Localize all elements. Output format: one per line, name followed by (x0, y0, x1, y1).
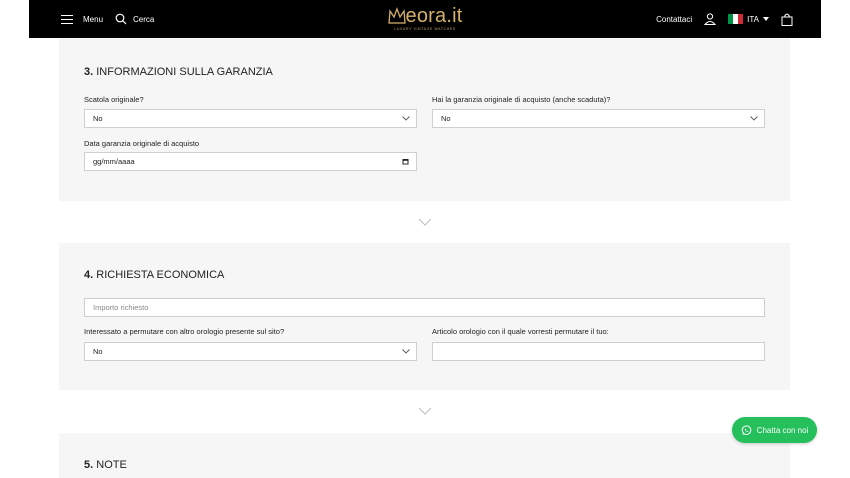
page-frame: Menu Cerca eora.it LUXURY VINTAGE WATCHE… (29, 0, 821, 478)
box-select-value: No (93, 114, 103, 123)
section-notes: 5. NOTE (59, 433, 790, 478)
shopping-bag-icon[interactable] (781, 13, 793, 26)
section-number: 5. (84, 459, 94, 471)
crown-icon (387, 7, 406, 24)
amount-input-placeholder: Importo richiesto (93, 303, 149, 312)
chat-label: Chatta con noi (756, 425, 809, 435)
menu-button[interactable]: Menu (83, 15, 103, 24)
date-input-placeholder: gg/mm/aaaa (93, 157, 135, 166)
site-logo[interactable]: eora.it LUXURY VINTAGE WATCHES (383, 6, 467, 34)
chevron-down-icon[interactable] (418, 218, 432, 226)
section-number: 4. (84, 269, 94, 281)
warranty-select[interactable]: No (432, 109, 765, 128)
section-title: 5. NOTE (84, 459, 127, 471)
article-label: Articolo orologio con il quale vorresti … (432, 327, 609, 336)
section-number: 3. (84, 66, 94, 78)
language-selector[interactable]: ITA (728, 14, 769, 24)
chevron-down-icon (402, 116, 410, 121)
section-economic-request: 4. RICHIESTA ECONOMICA Importo richiesto… (59, 243, 790, 390)
section-warranty: 3. INFORMAZIONI SULLA GARANZIA Scatola o… (59, 38, 790, 201)
caret-down-icon (763, 17, 769, 21)
search-icon[interactable] (115, 13, 127, 25)
user-icon[interactable] (704, 13, 717, 25)
section-title: 3. INFORMAZIONI SULLA GARANZIA (84, 66, 273, 78)
exchange-label: Interessato a permutare con altro orolog… (84, 327, 285, 336)
box-label: Scatola originale? (84, 95, 144, 104)
exchange-select[interactable]: No (84, 342, 417, 361)
whatsapp-icon (741, 424, 752, 435)
box-select[interactable]: No (84, 109, 417, 128)
date-input[interactable]: gg/mm/aaaa (84, 152, 417, 171)
chat-button[interactable]: Chatta con noi (732, 417, 817, 443)
section-title-text: INFORMAZIONI SULLA GARANZIA (96, 66, 273, 78)
chevron-down-icon (402, 349, 410, 354)
calendar-icon[interactable] (402, 158, 409, 165)
site-header: Menu Cerca eora.it LUXURY VINTAGE WATCHE… (29, 0, 821, 38)
language-label: ITA (747, 14, 759, 24)
italy-flag-icon (728, 14, 744, 24)
section-title-text: RICHIESTA ECONOMICA (96, 269, 225, 281)
warranty-select-value: No (441, 114, 451, 123)
section-title: 4. RICHIESTA ECONOMICA (84, 269, 224, 281)
exchange-select-value: No (93, 347, 103, 356)
logo-text: eora.it (405, 5, 463, 27)
search-button[interactable]: Cerca (133, 15, 154, 24)
contact-link[interactable]: Contattaci (656, 15, 692, 24)
date-label: Data garanzia originale di acquisto (84, 139, 200, 148)
logo-tagline: LUXURY VINTAGE WATCHES (394, 27, 456, 31)
hamburger-icon[interactable] (61, 14, 73, 24)
article-input[interactable] (432, 342, 765, 361)
section-title-text: NOTE (96, 459, 127, 471)
header-left: Menu Cerca (61, 0, 154, 38)
chevron-down-icon[interactable] (418, 407, 432, 415)
chevron-down-icon (750, 116, 758, 121)
amount-input[interactable]: Importo richiesto (84, 298, 765, 317)
warranty-label: Hai la garanzia originale di acquisto (a… (432, 95, 611, 104)
header-right: Contattaci ITA (656, 0, 793, 38)
